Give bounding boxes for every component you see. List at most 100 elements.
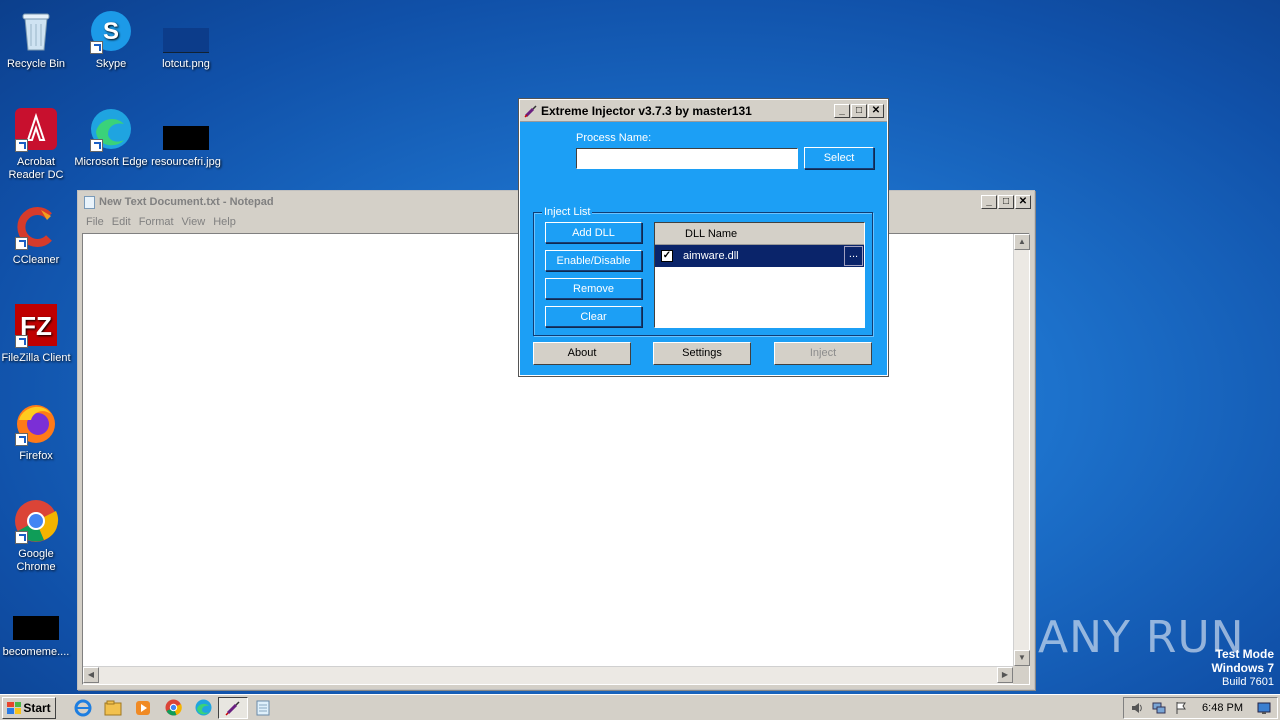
- shortcut-arrow-icon: [90, 139, 103, 152]
- scroll-left-icon[interactable]: ◀: [83, 667, 99, 683]
- taskbar-edge-icon[interactable]: [188, 697, 218, 719]
- taskbar-media-player-icon[interactable]: [128, 697, 158, 719]
- skype-icon: S: [88, 8, 134, 54]
- acrobat-icon: [13, 106, 59, 152]
- dll-browse-button[interactable]: ...: [844, 246, 863, 266]
- desktop-icon-ccleaner[interactable]: CCleaner: [0, 204, 74, 267]
- system-tray: 6:48 PM: [1123, 696, 1278, 719]
- desktop-icon-label: Microsoft Edge: [74, 156, 148, 168]
- resize-grip[interactable]: [1013, 666, 1029, 684]
- image-file-icon: [163, 8, 209, 54]
- inject-list-group: Inject List Add DLL Enable/Disable Remov…: [533, 206, 873, 336]
- desktop-icon-label: resourcefri.jpg: [151, 156, 221, 168]
- firefox-icon: [13, 400, 59, 446]
- ccleaner-icon: [13, 204, 59, 250]
- desktop-icon-label: Google Chrome: [16, 548, 56, 573]
- test-mode-text: Test Mode: [1215, 647, 1274, 661]
- taskbar-chrome-icon[interactable]: [158, 697, 188, 719]
- desktop-icon-acrobat[interactable]: Acrobat Reader DC: [0, 106, 74, 182]
- about-button[interactable]: About: [533, 342, 631, 365]
- add-dll-button[interactable]: Add DLL: [545, 222, 642, 243]
- desktop-icon-label: Firefox: [19, 450, 53, 462]
- menu-help[interactable]: Help: [209, 216, 240, 228]
- desktop-icon-label: FileZilla Client: [1, 352, 71, 364]
- desktop-icon-label: becomeme....: [2, 646, 70, 658]
- shortcut-arrow-icon: [15, 433, 28, 446]
- desktop-icon-label: Acrobat Reader DC: [8, 156, 64, 181]
- chrome-icon: [13, 498, 59, 544]
- menu-edit[interactable]: Edit: [108, 216, 135, 228]
- inject-list-label: Inject List: [542, 206, 593, 218]
- injector-title: Extreme Injector v3.7.3 by master131: [541, 103, 752, 118]
- scroll-up-icon[interactable]: ▲: [1014, 234, 1030, 250]
- dll-name: aimware.dll: [683, 250, 739, 262]
- shortcut-arrow-icon: [15, 139, 28, 152]
- file-icon: [13, 604, 59, 642]
- menu-format[interactable]: Format: [135, 216, 178, 228]
- scroll-down-icon[interactable]: ▼: [1014, 650, 1030, 666]
- image-file-icon: [163, 106, 209, 152]
- desktop-icon-label: Recycle Bin: [6, 58, 66, 70]
- minimize-button[interactable]: _: [834, 103, 850, 118]
- injector-titlebar[interactable]: Extreme Injector v3.7.3 by master131 _ □…: [520, 100, 887, 122]
- notepad-title: New Text Document.txt - Notepad: [99, 196, 274, 208]
- start-label: Start: [23, 700, 51, 715]
- inject-button[interactable]: Inject: [774, 342, 872, 365]
- enable-disable-button[interactable]: Enable/Disable: [545, 250, 642, 271]
- desktop-icon-filezilla[interactable]: FZ FileZilla Client: [0, 302, 74, 365]
- desktop-icon-recycle-bin[interactable]: Recycle Bin: [0, 8, 74, 71]
- svg-text:S: S: [103, 18, 119, 45]
- close-button[interactable]: ✕: [1015, 195, 1031, 209]
- desktop-icon-edge[interactable]: Microsoft Edge: [73, 106, 149, 169]
- filezilla-icon: FZ: [13, 302, 59, 348]
- desktop-icon-label: CCleaner: [12, 254, 60, 266]
- maximize-button[interactable]: □: [851, 103, 867, 118]
- shortcut-arrow-icon: [90, 41, 103, 54]
- dll-row[interactable]: ✓ aimware.dll ...: [655, 245, 864, 267]
- taskbar: Start 6:48 PM: [0, 694, 1280, 720]
- desktop-icon-lotcut[interactable]: lotcut.png: [148, 8, 224, 71]
- remove-button[interactable]: Remove: [545, 278, 642, 299]
- clock[interactable]: 6:48 PM: [1196, 702, 1249, 714]
- desktop-icon-chrome[interactable]: Google Chrome: [0, 498, 74, 574]
- vertical-scrollbar[interactable]: ▲ ▼: [1013, 234, 1030, 666]
- desktop-icon-becomeme[interactable]: becomeme....: [0, 604, 74, 659]
- notepad-icon: [84, 195, 95, 209]
- shortcut-arrow-icon: [15, 531, 28, 544]
- recycle-bin-icon: [13, 8, 59, 54]
- desktop-icon-skype[interactable]: S Skype: [73, 8, 149, 71]
- settings-button[interactable]: Settings: [653, 342, 751, 365]
- horizontal-scrollbar[interactable]: ◀ ▶: [83, 666, 1013, 684]
- desktop-icon-firefox[interactable]: Firefox: [0, 400, 74, 463]
- desktop-icon-resourcefri[interactable]: resourcefri.jpg: [148, 106, 224, 169]
- scroll-right-icon[interactable]: ▶: [997, 667, 1013, 683]
- menu-file[interactable]: File: [82, 216, 108, 228]
- windows-logo-icon: [7, 701, 22, 714]
- taskbar-notepad-icon[interactable]: [248, 697, 278, 719]
- shortcut-arrow-icon: [15, 335, 28, 348]
- taskbar-injector-icon[interactable]: [218, 696, 248, 719]
- minimize-button[interactable]: _: [981, 195, 997, 209]
- select-button[interactable]: Select: [804, 147, 874, 169]
- desktop-icon-label: Skype: [95, 58, 127, 70]
- taskbar-explorer-icon[interactable]: [98, 697, 128, 719]
- action-center-flag-icon[interactable]: [1174, 701, 1188, 715]
- taskbar-ie-icon[interactable]: [68, 697, 98, 719]
- volume-icon[interactable]: [1130, 701, 1144, 715]
- show-desktop-icon[interactable]: [1257, 701, 1271, 715]
- menu-view[interactable]: View: [178, 216, 210, 228]
- dll-enabled-checkbox[interactable]: ✓: [661, 250, 673, 262]
- start-button[interactable]: Start: [2, 696, 56, 719]
- dll-name-column-header[interactable]: DLL Name: [655, 223, 864, 245]
- clear-button[interactable]: Clear: [545, 306, 642, 327]
- maximize-button[interactable]: □: [998, 195, 1014, 209]
- syringe-icon: [524, 104, 538, 118]
- build-text: Build 7601: [1222, 676, 1274, 688]
- test-mode-watermark: Test Mode Windows 7 Build 7601: [1211, 648, 1274, 689]
- process-name-label: Process Name:: [576, 132, 652, 144]
- close-button[interactable]: ✕: [868, 103, 884, 118]
- process-name-input[interactable]: [576, 148, 798, 169]
- injector-window[interactable]: Extreme Injector v3.7.3 by master131 _ □…: [518, 98, 889, 377]
- network-icon[interactable]: [1152, 701, 1166, 715]
- dll-list[interactable]: DLL Name ✓ aimware.dll ...: [654, 222, 865, 328]
